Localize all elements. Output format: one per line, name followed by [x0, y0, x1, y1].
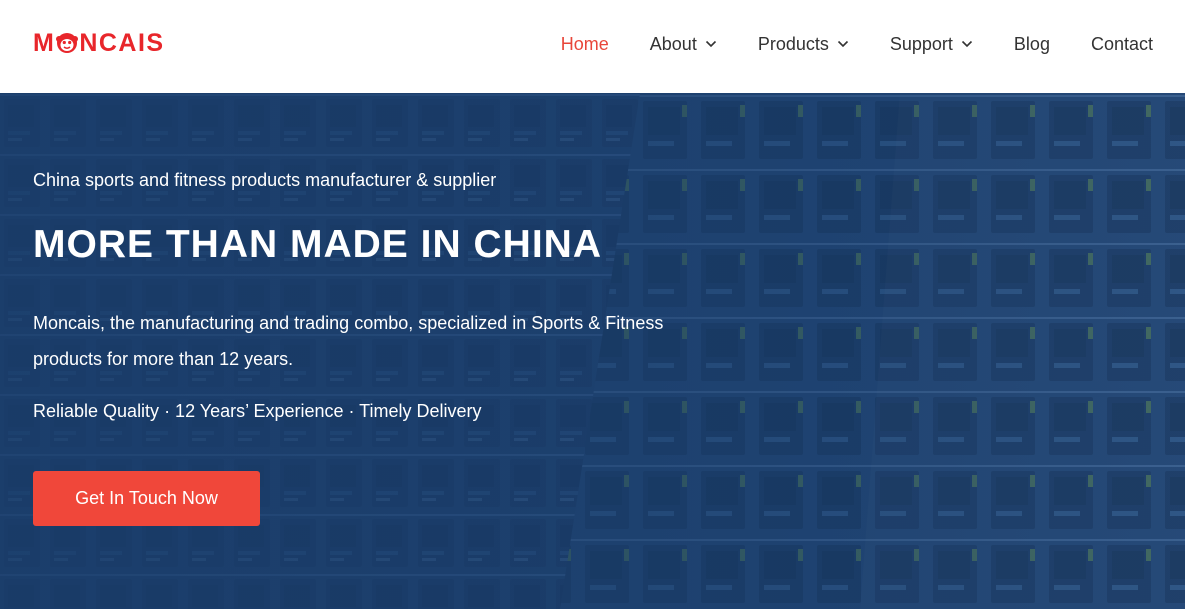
nav-item-support[interactable]: Support [890, 34, 973, 55]
nav-item-label: Support [889, 33, 953, 54]
main-nav: Home About Products Support Blog Contact [561, 0, 1153, 88]
hero-section: China sports and fitness products manufa… [0, 93, 1185, 609]
chevron-down-icon [837, 40, 848, 48]
chevron-down-icon [705, 40, 716, 48]
hero-features: Reliable Quality · 12 Years’ Experience … [33, 401, 482, 421]
site-header: M NCAIS Home About Products Support Blog… [0, 0, 1185, 93]
nav-item-contact[interactable]: Contact [1091, 34, 1153, 55]
nav-item-label: Home [560, 33, 609, 54]
nav-item-label: Products [757, 33, 829, 54]
hero-headline: MORE THAN MADE IN CHINA [33, 223, 602, 266]
nav-item-about[interactable]: About [650, 34, 717, 55]
nav-item-home[interactable]: Home [561, 34, 609, 55]
nav-item-label: Blog [1013, 33, 1050, 54]
nav-item-blog[interactable]: Blog [1014, 34, 1050, 55]
nav-item-label: Contact [1090, 33, 1153, 54]
hero-description: Moncais, the manufacturing and trading c… [33, 313, 664, 369]
nav-item-products[interactable]: Products [758, 34, 849, 55]
chevron-down-icon [961, 40, 972, 48]
get-in-touch-button[interactable]: Get In Touch Now [33, 471, 260, 526]
logo-text: M NCAIS [33, 29, 165, 57]
nav-item-label: About [649, 33, 697, 54]
brand-logo[interactable]: M NCAIS [33, 29, 165, 57]
monkey-face-icon [56, 33, 79, 53]
hero-tagline: China sports and fitness products manufa… [33, 170, 497, 190]
